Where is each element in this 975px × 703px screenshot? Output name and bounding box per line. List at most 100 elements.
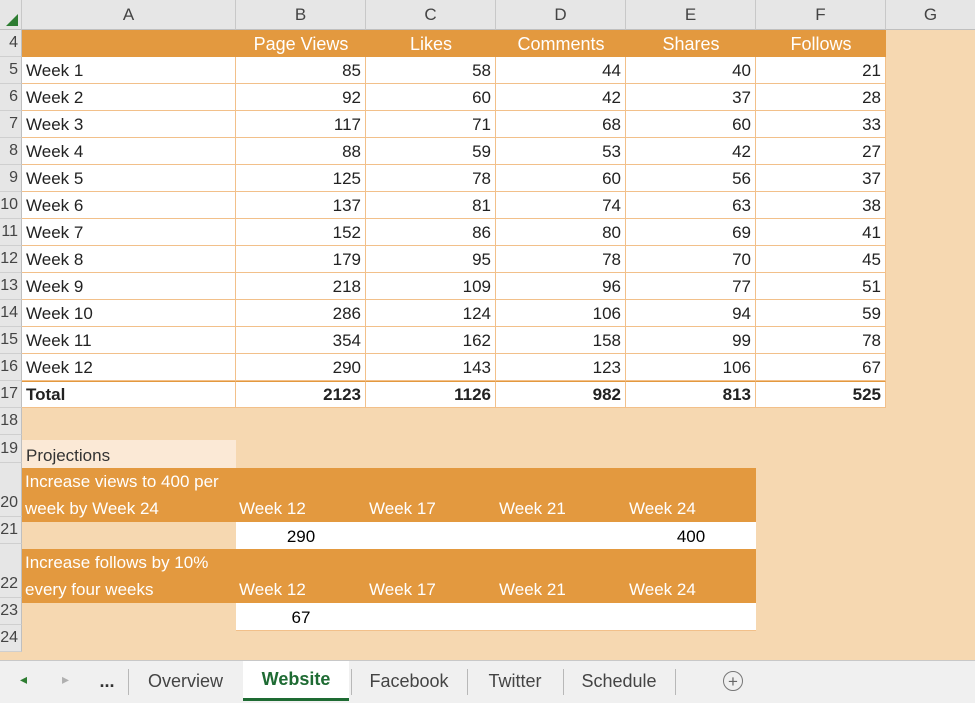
- row-header[interactable]: 18: [0, 408, 22, 435]
- data-cell[interactable]: 162: [366, 327, 496, 354]
- data-cell[interactable]: 60: [496, 165, 626, 192]
- row-label-cell[interactable]: Week 7: [22, 219, 236, 246]
- data-cell[interactable]: 51: [756, 273, 886, 300]
- data-cell[interactable]: 67: [756, 354, 886, 381]
- row-header[interactable]: 6: [0, 84, 22, 111]
- data-cell[interactable]: 37: [626, 84, 756, 111]
- column-header-f[interactable]: F: [756, 0, 886, 30]
- row-header[interactable]: 22: [0, 544, 22, 598]
- data-cell[interactable]: 71: [366, 111, 496, 138]
- row-label-cell[interactable]: Week 10: [22, 300, 236, 327]
- data-cell[interactable]: 109: [366, 273, 496, 300]
- data-cell[interactable]: 53: [496, 138, 626, 165]
- add-sheet-icon[interactable]: +: [723, 671, 743, 691]
- data-cell[interactable]: 158: [496, 327, 626, 354]
- row-header[interactable]: 21: [0, 517, 22, 544]
- data-cell[interactable]: 41: [756, 219, 886, 246]
- row-header[interactable]: 13: [0, 273, 22, 300]
- data-cell[interactable]: 80: [496, 219, 626, 246]
- data-cell[interactable]: 106: [626, 354, 756, 381]
- row-header[interactable]: 17: [0, 381, 22, 408]
- data-cell[interactable]: 60: [366, 84, 496, 111]
- data-cell[interactable]: 74: [496, 192, 626, 219]
- data-cell[interactable]: 117: [236, 111, 366, 138]
- data-cell[interactable]: 27: [756, 138, 886, 165]
- table-column-header[interactable]: Page Views: [236, 30, 366, 57]
- select-all-corner[interactable]: [0, 0, 22, 30]
- column-header-b[interactable]: B: [236, 0, 366, 30]
- data-cell[interactable]: 45: [756, 246, 886, 273]
- row-header[interactable]: 8: [0, 138, 22, 165]
- row-header[interactable]: 24: [0, 625, 22, 652]
- data-cell[interactable]: 124: [366, 300, 496, 327]
- data-cell[interactable]: 123: [496, 354, 626, 381]
- row-header[interactable]: 16: [0, 354, 22, 381]
- tab-overview[interactable]: Overview: [130, 661, 241, 701]
- data-cell[interactable]: 88: [236, 138, 366, 165]
- data-cell[interactable]: 354: [236, 327, 366, 354]
- row-header[interactable]: 5: [0, 57, 22, 84]
- views-projection-value[interactable]: [496, 522, 626, 549]
- row-header[interactable]: 19: [0, 435, 22, 463]
- data-cell[interactable]: 58: [366, 57, 496, 84]
- row-header[interactable]: 14: [0, 300, 22, 327]
- data-cell[interactable]: 78: [496, 246, 626, 273]
- row-header[interactable]: 23: [0, 598, 22, 625]
- row-header[interactable]: 11: [0, 219, 22, 246]
- row-header[interactable]: 4: [0, 30, 22, 57]
- table-column-header[interactable]: Follows: [756, 30, 886, 57]
- views-projection-value[interactable]: 400: [626, 522, 756, 549]
- row-header[interactable]: 15: [0, 327, 22, 354]
- row-header[interactable]: 12: [0, 246, 22, 273]
- data-cell[interactable]: 33: [756, 111, 886, 138]
- data-cell[interactable]: 42: [496, 84, 626, 111]
- data-cell[interactable]: 218: [236, 273, 366, 300]
- data-cell[interactable]: 152: [236, 219, 366, 246]
- data-cell[interactable]: 69: [626, 219, 756, 246]
- row-label-cell[interactable]: Week 9: [22, 273, 236, 300]
- column-header-a[interactable]: A: [22, 0, 236, 30]
- row-header[interactable]: 20: [0, 463, 22, 517]
- data-cell[interactable]: 94: [626, 300, 756, 327]
- row-label-cell[interactable]: Week 6: [22, 192, 236, 219]
- scroll-tabs-right-icon[interactable]: ▸: [62, 671, 69, 688]
- row-label-cell[interactable]: Week 11: [22, 327, 236, 354]
- total-cell[interactable]: 525: [756, 381, 886, 408]
- row-label-cell[interactable]: Week 8: [22, 246, 236, 273]
- total-cell[interactable]: 813: [626, 381, 756, 408]
- data-cell[interactable]: 137: [236, 192, 366, 219]
- row-label-cell[interactable]: Week 3: [22, 111, 236, 138]
- data-cell[interactable]: 81: [366, 192, 496, 219]
- data-cell[interactable]: 56: [626, 165, 756, 192]
- data-cell[interactable]: 38: [756, 192, 886, 219]
- follows-projection-value[interactable]: 67: [236, 603, 366, 630]
- data-cell[interactable]: 86: [366, 219, 496, 246]
- row-header[interactable]: 9: [0, 165, 22, 192]
- row-label-cell[interactable]: Week 2: [22, 84, 236, 111]
- table-column-header[interactable]: Likes: [366, 30, 496, 57]
- data-cell[interactable]: 37: [756, 165, 886, 192]
- data-cell[interactable]: 106: [496, 300, 626, 327]
- data-cell[interactable]: 59: [756, 300, 886, 327]
- data-cell[interactable]: 96: [496, 273, 626, 300]
- row-label-cell[interactable]: Week 12: [22, 354, 236, 381]
- data-cell[interactable]: 28: [756, 84, 886, 111]
- table-header-blank[interactable]: [22, 30, 236, 57]
- tab-twitter[interactable]: Twitter: [468, 661, 562, 701]
- data-cell[interactable]: 143: [366, 354, 496, 381]
- data-cell[interactable]: 290: [236, 354, 366, 381]
- total-cell[interactable]: 2123: [236, 381, 366, 408]
- data-cell[interactable]: 44: [496, 57, 626, 84]
- row-label-cell[interactable]: Week 1: [22, 57, 236, 84]
- data-cell[interactable]: 286: [236, 300, 366, 327]
- data-cell[interactable]: 60: [626, 111, 756, 138]
- tab-facebook[interactable]: Facebook: [352, 661, 466, 701]
- data-cell[interactable]: 40: [626, 57, 756, 84]
- table-column-header[interactable]: Shares: [626, 30, 756, 57]
- projections-label[interactable]: Projections: [22, 440, 236, 468]
- views-projection-value[interactable]: 290: [236, 522, 366, 549]
- row-header[interactable]: 7: [0, 111, 22, 138]
- data-cell[interactable]: 99: [626, 327, 756, 354]
- column-header-d[interactable]: D: [496, 0, 626, 30]
- data-cell[interactable]: 77: [626, 273, 756, 300]
